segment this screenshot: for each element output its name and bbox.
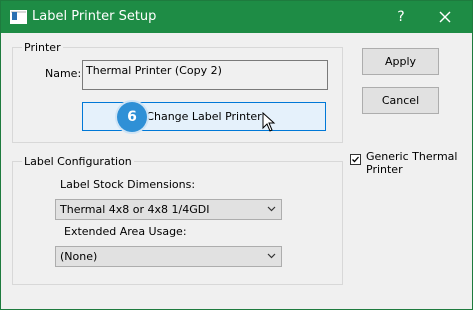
extended-area-usage-value: (None) — [60, 250, 98, 263]
title-bar[interactable]: Label Printer Setup ? — [1, 1, 472, 33]
generic-thermal-checkbox[interactable] — [350, 154, 361, 165]
label-stock-dimensions-dropdown[interactable]: Thermal 4x8 or 4x8 1/4GDI — [55, 199, 282, 220]
dialog-window: Label Printer Setup ? Printer Name: Ther… — [0, 0, 473, 310]
label-configuration-group-label: Label Configuration — [22, 155, 134, 168]
cancel-button[interactable]: Cancel — [362, 87, 439, 114]
extended-area-usage-label: Extended Area Usage: — [64, 225, 187, 238]
mouse-cursor-icon — [262, 112, 276, 132]
printer-name-field[interactable]: Thermal Printer (Copy 2) — [82, 60, 328, 90]
printer-name-label: Name: — [45, 67, 82, 80]
printer-group-label: Printer — [22, 41, 63, 54]
label-stock-dimensions-label: Label Stock Dimensions: — [60, 178, 196, 191]
change-label-printer-label: Change Label Printer — [146, 110, 262, 123]
window-title: Label Printer Setup — [32, 9, 157, 24]
close-button[interactable] — [431, 6, 461, 28]
chevron-down-icon — [267, 206, 276, 212]
checkmark-icon — [352, 156, 359, 163]
close-icon — [439, 11, 451, 23]
apply-button[interactable]: Apply — [362, 48, 439, 75]
step-number-badge: 6 — [117, 102, 147, 132]
app-window-icon — [10, 10, 27, 24]
help-button[interactable]: ? — [386, 7, 416, 27]
extended-area-usage-dropdown[interactable]: (None) — [55, 246, 282, 267]
chevron-down-icon — [267, 253, 276, 259]
label-stock-dimensions-value: Thermal 4x8 or 4x8 1/4GDI — [60, 203, 210, 216]
generic-thermal-label[interactable]: Generic Thermal Printer — [366, 150, 466, 176]
